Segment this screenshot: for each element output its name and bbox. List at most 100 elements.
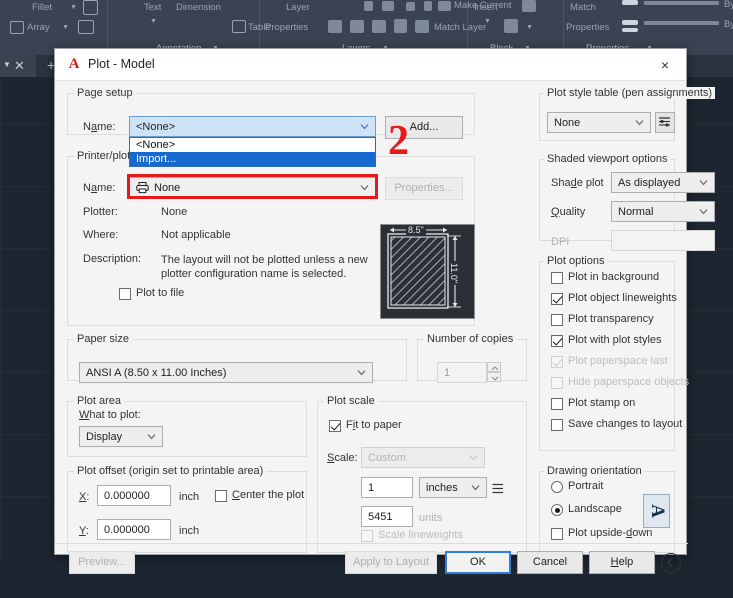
fit-to-paper-box[interactable] <box>329 420 341 432</box>
plot-upside-down-box[interactable] <box>551 528 563 540</box>
scale-combo[interactable]: Custom <box>361 447 485 468</box>
block-editor-icon[interactable] <box>522 0 536 12</box>
plot-in-background-box[interactable] <box>551 272 563 284</box>
center-the-plot-box[interactable] <box>215 490 227 502</box>
chevron-down-icon[interactable] <box>147 432 156 441</box>
layer-top-icon-1[interactable] <box>364 1 373 11</box>
ribbon-item-insert[interactable]: Insert <box>474 2 498 13</box>
chevron-down-icon-2[interactable]: ▼ <box>62 24 69 31</box>
copies-spinner-up[interactable] <box>487 362 501 372</box>
landscape-radio-circle[interactable] <box>551 504 563 516</box>
ok-button[interactable]: OK <box>445 551 511 574</box>
shade-plot-combo[interactable]: As displayed <box>611 172 715 193</box>
paper-size-combo[interactable]: ANSI A (8.50 x 11.00 Inches) <box>79 362 373 383</box>
ribbon-panel-block[interactable]: Insert ▼ ▼ Block ▼ <box>468 0 564 55</box>
offset-icon[interactable] <box>78 20 94 34</box>
ribbon-panel-layers[interactable]: Layer Properties Make Current Match Laye… <box>260 0 468 55</box>
tab-menu-icon[interactable]: ▼ <box>3 60 11 69</box>
page-setup-dropdown-list[interactable]: <None> Import... <box>129 137 376 167</box>
layer-top-icon-2[interactable] <box>382 1 394 11</box>
make-current-icon[interactable] <box>438 1 451 11</box>
offset-x-input[interactable]: 0.000000 <box>97 485 171 506</box>
chevron-down-icon[interactable] <box>360 122 369 131</box>
ribbon-item-fillet[interactable]: Fillet <box>32 2 52 13</box>
edit-plot-style-button[interactable] <box>655 112 675 133</box>
property-bar-2[interactable] <box>644 21 719 25</box>
plot-transparency-box[interactable] <box>551 314 563 326</box>
layer-lock-icon[interactable] <box>394 19 407 33</box>
close-icon[interactable]: × <box>652 54 678 76</box>
ribbon-item-match[interactable]: Match <box>570 2 596 13</box>
page-setup-name-combo[interactable]: <None> <box>129 116 376 137</box>
ribbon-panel-properties[interactable]: Match Properties ByLayer ByLayer Propert… <box>564 0 733 55</box>
what-to-plot-combo[interactable]: Display <box>79 426 163 447</box>
dpi-input[interactable] <box>611 230 715 251</box>
block-dropdown-icon[interactable]: ▼ <box>526 24 533 31</box>
chevron-down-icon[interactable] <box>471 483 480 492</box>
ribbon-item-match-properties[interactable]: Properties <box>566 22 609 33</box>
scale-numerator-input[interactable]: 1 <box>361 477 413 498</box>
rectangle-icon[interactable] <box>83 0 98 15</box>
layer-icon-4[interactable] <box>415 20 429 33</box>
layer-top-icon-3[interactable] <box>406 2 415 11</box>
preview-button[interactable]: Preview... <box>69 551 135 574</box>
array-icon[interactable] <box>10 21 24 34</box>
printer-properties-button[interactable]: Properties... <box>385 177 463 200</box>
panel-expand-icon[interactable]: ▼ <box>0 42 1 49</box>
dropdown-item-import[interactable]: Import... <box>130 152 375 166</box>
layer-icon-2[interactable] <box>350 20 364 33</box>
copies-spinner-down[interactable] <box>487 372 501 382</box>
ribbon-bylayer-2[interactable]: ByLayer <box>724 19 733 30</box>
plot-stamp-on-box[interactable] <box>551 398 563 410</box>
collapse-dialog-button[interactable] <box>661 553 681 573</box>
insert-dropdown-icon[interactable]: ▼ <box>484 18 491 25</box>
printer-name-combo[interactable]: None <box>129 177 376 198</box>
ribbon-panel-annotation[interactable]: Text ▼ Dimension Table Annotation ▼ <box>108 0 260 55</box>
ribbon-bylayer-1[interactable]: ByLayer <box>724 0 733 10</box>
plot-with-plot-styles-box[interactable] <box>551 335 563 347</box>
ribbon-item-array[interactable]: Array <box>27 22 50 33</box>
scale-unit-combo[interactable]: inches <box>419 477 487 498</box>
tab-close-icon[interactable]: ✕ <box>14 58 25 74</box>
chevron-down-icon[interactable] <box>360 183 369 192</box>
hide-paperspace-objects-box[interactable] <box>551 377 563 389</box>
scale-options-icon[interactable] <box>492 481 504 499</box>
ribbon-item-layer[interactable]: Layer <box>286 2 310 13</box>
plot-to-file-box[interactable] <box>119 288 131 300</box>
layer-icon-3[interactable] <box>372 20 386 33</box>
chevron-down-icon[interactable] <box>699 178 708 187</box>
text-dropdown-icon[interactable]: ▼ <box>150 18 157 25</box>
lineweight-icon-3[interactable] <box>622 28 638 32</box>
layer-icon-1[interactable] <box>328 20 342 33</box>
lineweight-icon-1[interactable] <box>622 0 638 5</box>
lineweight-icon-2[interactable] <box>622 20 638 25</box>
quality-combo[interactable]: Normal <box>611 201 715 222</box>
portrait-radio-circle[interactable] <box>551 481 563 493</box>
property-bar-1[interactable] <box>644 1 719 5</box>
copies-input[interactable]: 1 <box>437 362 487 383</box>
chevron-down-icon[interactable] <box>699 207 708 216</box>
plot-style-combo[interactable]: None <box>547 112 651 133</box>
layer-top-lock-icon[interactable] <box>424 1 432 11</box>
table-icon[interactable] <box>232 20 246 33</box>
scale-lineweights-box[interactable] <box>361 530 373 542</box>
offset-y-input[interactable]: 0.000000 <box>97 519 171 540</box>
ribbon-item-text[interactable]: Text <box>144 2 161 13</box>
ribbon-item-layer-properties[interactable]: Properties <box>265 22 308 33</box>
save-changes-box[interactable] <box>551 419 563 431</box>
chevron-down-icon[interactable] <box>635 118 644 127</box>
ribbon-item-dimension[interactable]: Dimension <box>176 2 221 13</box>
chevron-down-icon[interactable] <box>469 453 478 462</box>
apply-to-layout-button[interactable]: Apply to Layout <box>345 551 437 574</box>
ribbon-toolbar[interactable]: Fillet ▼ Array ▼ ▼ Text ▼ Dimension Tabl… <box>0 0 733 55</box>
ribbon-panel-modify[interactable]: Fillet ▼ Array ▼ ▼ <box>0 0 108 55</box>
copies-spinner[interactable] <box>487 362 501 383</box>
help-button[interactable]: Help <box>589 551 655 574</box>
chevron-down-icon[interactable]: ▼ <box>70 4 77 11</box>
cancel-button[interactable]: Cancel <box>517 551 583 574</box>
plot-paperspace-last-box[interactable] <box>551 356 563 368</box>
block-define-icon[interactable] <box>504 19 518 33</box>
scale-denominator-input[interactable]: 5451 <box>361 506 413 527</box>
dropdown-item-none[interactable]: <None> <box>130 138 375 152</box>
plot-object-lineweights-box[interactable] <box>551 293 563 305</box>
